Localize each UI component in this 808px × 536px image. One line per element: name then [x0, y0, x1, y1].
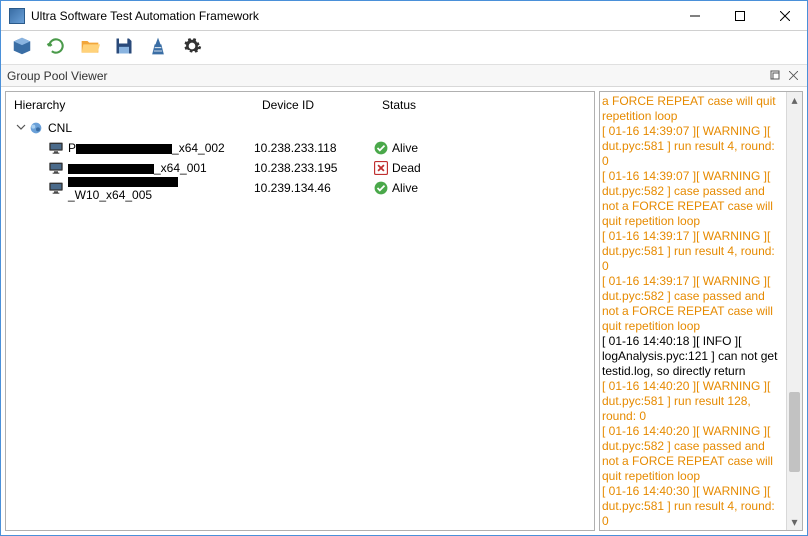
main-toolbar [1, 31, 807, 65]
status-alive-icon [374, 141, 388, 155]
toolbar-refresh-button[interactable] [41, 33, 71, 63]
panel-titlebar: Group Pool Viewer [1, 65, 807, 87]
column-device-id: Device ID [262, 98, 382, 112]
device-name-label: _W10_x64_005 [68, 174, 254, 202]
toolbar-open-button[interactable] [75, 33, 105, 63]
table-header: Hierarchy Device ID Status [6, 94, 594, 118]
redacted-text [76, 144, 172, 154]
log-line: [ 01-16 14:40:18 ][ INFO ][ logAnalysis.… [602, 334, 784, 379]
group-label: CNL [48, 121, 72, 135]
log-line: [ 01-16 14:39:17 ][ WARNING ][ dut.pyc:5… [602, 274, 784, 334]
log-line: [ 01-16 14:40:30 ][ WARNING ][ dut.pyc:5… [602, 484, 784, 529]
device-row[interactable]: _W10_x64_00510.239.134.46Alive [6, 178, 594, 198]
box-icon [11, 35, 33, 60]
status-label: Alive [392, 181, 418, 195]
device-name-label: _x64_001 [68, 161, 207, 175]
log-line: [ 01-16 14:39:07 ][ WARNING ][ dut.pyc:5… [602, 124, 784, 169]
device-name-cell: _W10_x64_005 [6, 174, 254, 202]
folder-open-icon [80, 36, 100, 59]
app-icon [9, 8, 25, 24]
toolbar-settings-button[interactable] [7, 33, 37, 63]
device-name-cell: P_x64_002 [6, 140, 254, 156]
minimize-button[interactable] [672, 1, 717, 30]
maximize-button[interactable] [717, 1, 762, 30]
column-status: Status [382, 98, 586, 112]
device-status-cell: Alive [374, 181, 594, 195]
device-row[interactable]: P_x64_002 10.238.233.118 Alive [6, 138, 594, 158]
device-status-cell: Alive [374, 141, 594, 155]
device-id-cell: 10.239.134.46 [254, 181, 374, 195]
device-status-cell: Dead [374, 161, 594, 175]
panel-close-button[interactable] [785, 68, 801, 84]
window-titlebar: Ultra Software Test Automation Framework [1, 1, 807, 31]
log-line: a FORCE REPEAT case will quit repetition… [602, 94, 784, 124]
toolbar-save-button[interactable] [109, 33, 139, 63]
log-line: [ 01-16 14:39:17 ][ WARNING ][ dut.pyc:5… [602, 229, 784, 274]
tower-icon [148, 36, 168, 59]
toolbar-gear-button[interactable] [177, 33, 207, 63]
tree-group-row[interactable]: CNL [6, 118, 594, 138]
redacted-text [68, 177, 178, 187]
close-button[interactable] [762, 1, 807, 30]
scroll-thumb[interactable] [789, 392, 800, 472]
scroll-down-button[interactable]: ▾ [787, 514, 802, 530]
monitor-icon [48, 180, 64, 196]
save-icon [114, 36, 134, 59]
status-dead-icon [374, 161, 388, 175]
log-line: [ 01-16 14:40:20 ][ WARNING ][ dut.pyc:5… [602, 379, 784, 424]
redacted-text [68, 164, 154, 174]
log-panel: a FORCE REPEAT case will quit repetition… [599, 91, 803, 531]
window-title: Ultra Software Test Automation Framework [31, 9, 672, 23]
scroll-up-button[interactable]: ▴ [787, 92, 802, 108]
group-icon [28, 120, 44, 136]
device-name-label: P_x64_002 [68, 141, 225, 155]
expander-icon[interactable] [14, 121, 28, 135]
log-scrollbar[interactable]: ▴ ▾ [786, 92, 802, 530]
status-alive-icon [374, 181, 388, 195]
status-label: Alive [392, 141, 418, 155]
refresh-icon [46, 36, 66, 59]
gear-icon [182, 36, 202, 59]
column-hierarchy: Hierarchy [14, 98, 262, 112]
log-content[interactable]: a FORCE REPEAT case will quit repetition… [602, 94, 800, 531]
panel-float-button[interactable] [767, 68, 783, 84]
group-pool-viewer: Hierarchy Device ID Status CNL P_x64_002… [5, 91, 595, 531]
close-icon [789, 69, 798, 83]
log-line: [ 01-16 14:40:30 ][ WARNING ][ dut.pyc:5… [602, 529, 784, 531]
float-icon [770, 69, 780, 83]
panel-title: Group Pool Viewer [7, 69, 767, 83]
device-id-cell: 10.238.233.195 [254, 161, 374, 175]
toolbar-deploy-button[interactable] [143, 33, 173, 63]
status-label: Dead [392, 161, 421, 175]
log-line: [ 01-16 14:40:20 ][ WARNING ][ dut.pyc:5… [602, 424, 784, 484]
monitor-icon [48, 140, 64, 156]
log-line: [ 01-16 14:39:07 ][ WARNING ][ dut.pyc:5… [602, 169, 784, 229]
device-id-cell: 10.238.233.118 [254, 141, 374, 155]
